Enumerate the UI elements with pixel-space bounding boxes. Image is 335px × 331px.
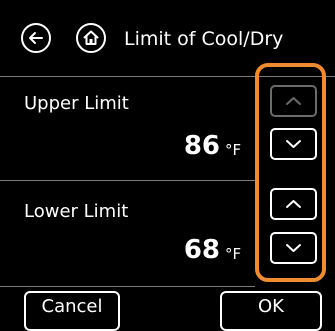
- footer-divider: [0, 286, 255, 287]
- chevron-down-icon: [286, 244, 301, 252]
- ok-button[interactable]: OK: [220, 291, 322, 331]
- home-button[interactable]: [76, 23, 106, 53]
- lower-limit-up-button[interactable]: [270, 188, 317, 220]
- lower-limit-down-button[interactable]: [270, 232, 317, 264]
- chevron-up-icon: [286, 200, 301, 208]
- lower-limit-value: 68: [183, 235, 220, 265]
- upper-limit-unit: °F: [225, 141, 242, 159]
- lower-limit-unit: °F: [225, 245, 242, 263]
- upper-limit-down-button[interactable]: [270, 128, 317, 160]
- home-icon: [83, 30, 99, 45]
- back-arrow-icon: [29, 32, 43, 44]
- back-button[interactable]: [21, 23, 51, 53]
- page-title: Limit of Cool/Dry: [124, 28, 284, 50]
- upper-limit-value: 86: [183, 131, 220, 161]
- screen: Limit of Cool/Dry Upper Limit 86 °F Lowe…: [0, 0, 335, 331]
- lower-limit-label: Lower Limit: [24, 201, 129, 222]
- chevron-up-icon: [286, 97, 301, 105]
- cancel-button[interactable]: Cancel: [24, 291, 120, 331]
- chevron-down-icon: [286, 140, 301, 148]
- upper-limit-up-button[interactable]: [270, 85, 317, 117]
- upper-limit-label: Upper Limit: [24, 93, 129, 114]
- row-divider: [0, 180, 255, 181]
